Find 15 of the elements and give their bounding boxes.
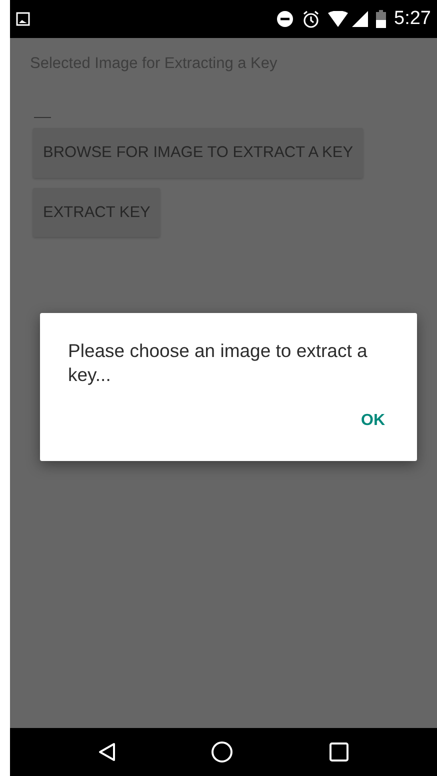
browse-button[interactable]: BROWSE FOR IMAGE TO EXTRACT A KEY <box>33 128 364 178</box>
signal-icon <box>352 11 368 27</box>
wifi-icon <box>328 11 348 27</box>
empty-image-line <box>34 117 51 118</box>
dialog-message: Please choose an image to extract a key... <box>68 339 368 388</box>
recents-icon[interactable] <box>329 742 350 762</box>
picture-notification-icon <box>16 12 30 26</box>
battery-icon <box>376 10 386 28</box>
home-icon[interactable] <box>211 741 234 763</box>
clock-time: 5:27 <box>394 6 431 31</box>
ok-button[interactable]: OK <box>357 403 389 440</box>
do-not-disturb-icon <box>276 10 294 28</box>
alarm-icon <box>302 10 320 28</box>
extract-button[interactable]: EXTRACT KEY <box>33 188 160 237</box>
back-icon[interactable] <box>98 742 116 762</box>
